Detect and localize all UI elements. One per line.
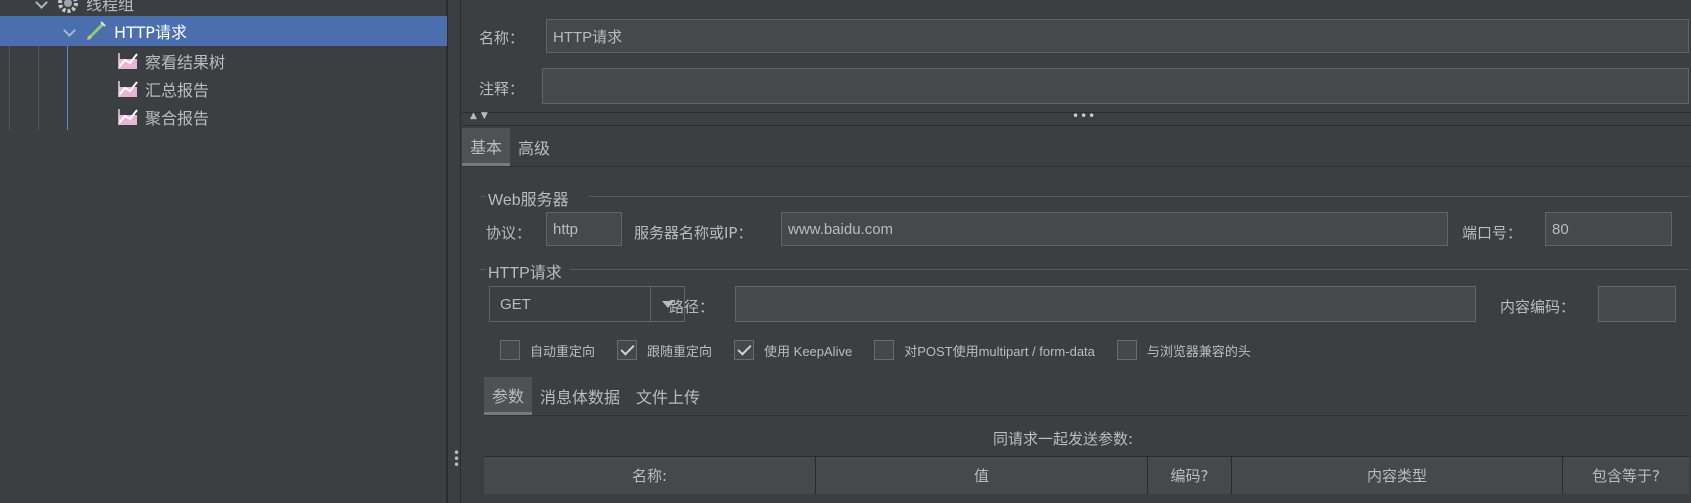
- pencil-icon: [84, 19, 108, 43]
- tree-item-view-results-tree[interactable]: 察看结果树: [0, 46, 447, 76]
- server-label: 服务器名称或IP：: [634, 224, 753, 242]
- protocol-label: 协议：: [486, 224, 532, 242]
- checkbox-label: 使用 KeepAlive: [764, 343, 853, 359]
- web-server-group-title: Web服务器: [488, 192, 569, 209]
- drag-handle-icon[interactable]: •••: [453, 447, 460, 471]
- report-chart-icon: [117, 51, 139, 71]
- encoding-label: 内容编码：: [1500, 298, 1576, 316]
- name-field[interactable]: HTTP请求: [546, 19, 1689, 53]
- column-header-encode[interactable]: 编码?: [1148, 457, 1232, 494]
- column-header-value[interactable]: 值: [816, 457, 1148, 494]
- params-caption: 同请求一起发送参数:: [993, 430, 1134, 448]
- column-header-include-equals[interactable]: 包含等于?: [1563, 457, 1689, 494]
- comment-field[interactable]: [542, 68, 1689, 104]
- tree-item-http-request[interactable]: HTTP请求: [0, 16, 447, 46]
- collapse-splitter[interactable]: ▲▼ •••: [462, 109, 1691, 126]
- tree-item-label: 汇总报告: [145, 81, 210, 100]
- tree-item-summary-report[interactable]: 汇总报告: [0, 74, 447, 104]
- method-select[interactable]: GET: [489, 286, 685, 322]
- name-label: 名称：: [479, 29, 525, 47]
- tab-body-data[interactable]: 消息体数据: [532, 377, 628, 415]
- tab-divider: [484, 415, 1689, 416]
- report-chart-icon: [117, 79, 139, 99]
- drag-handle-icon[interactable]: •••: [1072, 109, 1096, 123]
- test-plan-tree[interactable]: 线程组 HTTP请求 察看结果树 汇总报告 聚合报告: [0, 0, 447, 503]
- checkbox-label: 自动重定向: [530, 343, 596, 359]
- tree-item-label: 聚合报告: [145, 109, 210, 128]
- multipart-checkbox[interactable]: [874, 340, 895, 360]
- group-separator: [589, 196, 1689, 197]
- column-header-name[interactable]: 名称:: [484, 457, 816, 494]
- http-request-config-panel: 名称： HTTP请求 注释： ▲▼ ••• 基本 高级 Web服务器 协议： h…: [462, 0, 1691, 503]
- checkbox-label: 跟随重定向: [647, 343, 713, 359]
- gear-icon: [56, 0, 80, 15]
- param-tabs: 参数 消息体数据 文件上传: [484, 377, 708, 415]
- group-separator: [570, 269, 1689, 270]
- tab-file-upload[interactable]: 文件上传: [628, 377, 708, 415]
- chevron-down-icon[interactable]: [34, 0, 48, 10]
- encoding-field[interactable]: [1598, 286, 1676, 322]
- path-label: 路径：: [669, 298, 715, 316]
- checkbox-label: 对POST使用multipart / form-data: [904, 343, 1095, 359]
- keepalive-checkbox[interactable]: [734, 340, 755, 360]
- tab-advanced[interactable]: 高级: [510, 128, 558, 166]
- chevron-down-icon[interactable]: [62, 24, 76, 38]
- tab-divider: [462, 166, 1691, 167]
- redirect-options: 自动重定向 跟随重定向 使用 KeepAlive 对POST使用multipar…: [500, 340, 1263, 360]
- group-separator: [480, 269, 486, 270]
- port-label: 端口号：: [1462, 224, 1523, 242]
- report-chart-icon: [117, 107, 139, 127]
- checkbox-label: 与浏览器兼容的头: [1146, 343, 1251, 359]
- split-pane-divider[interactable]: [447, 0, 461, 503]
- config-tabs: 基本 高级: [462, 128, 558, 166]
- auto-redirect-checkbox[interactable]: [500, 340, 520, 360]
- server-field[interactable]: www.baidu.com: [781, 212, 1448, 246]
- group-separator: [480, 196, 486, 197]
- tree-item-label: 察看结果树: [145, 53, 226, 72]
- browser-compatible-headers-checkbox[interactable]: [1116, 340, 1137, 360]
- path-field[interactable]: [735, 286, 1476, 322]
- tree-item-label: 线程组: [86, 0, 135, 14]
- follow-redirects-checkbox[interactable]: [617, 340, 638, 360]
- column-header-content-type[interactable]: 内容类型: [1232, 457, 1563, 494]
- tab-basic[interactable]: 基本: [462, 128, 511, 166]
- collapse-arrows-icon[interactable]: ▲▼: [470, 111, 492, 121]
- protocol-field[interactable]: http: [546, 212, 622, 246]
- tab-parameters[interactable]: 参数: [484, 377, 533, 415]
- tree-item-label: HTTP请求: [114, 23, 187, 42]
- params-table-header: 名称: 值 编码? 内容类型 包含等于?: [484, 456, 1689, 494]
- http-request-group-title: HTTP请求: [488, 265, 562, 282]
- port-field[interactable]: 80: [1545, 212, 1672, 246]
- tree-item-aggregate-report[interactable]: 聚合报告: [0, 102, 447, 132]
- comment-label: 注释：: [479, 80, 525, 98]
- method-select-value: GET: [500, 295, 531, 313]
